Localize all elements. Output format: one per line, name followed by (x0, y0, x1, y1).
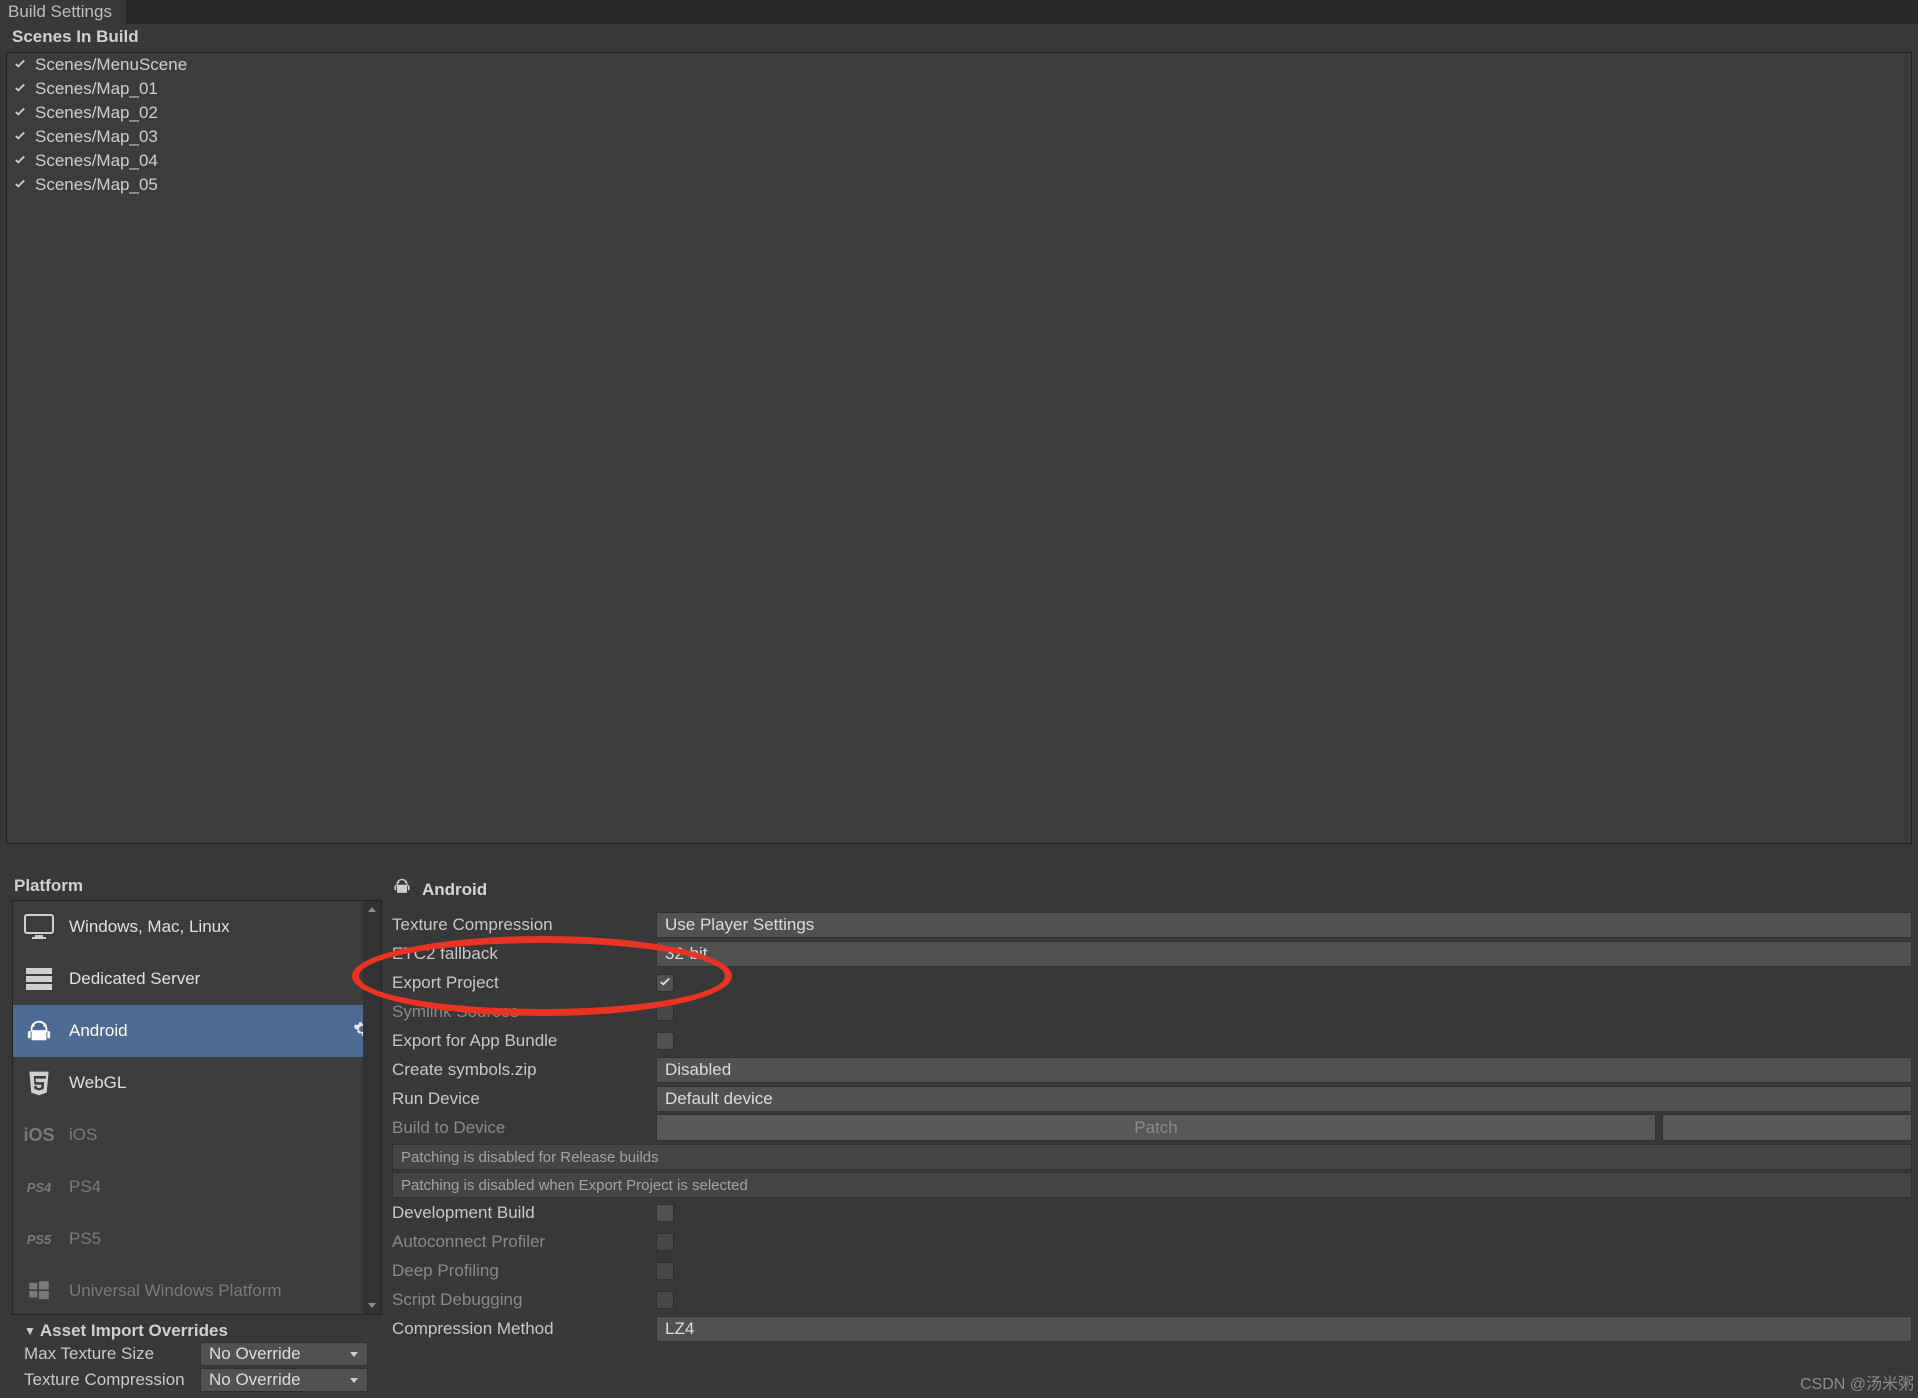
symlink-sources-label: Symlink Sources (392, 1002, 656, 1022)
scene-path: Scenes/Map_01 (35, 79, 158, 99)
scene-row[interactable]: Scenes/Map_05 (7, 173, 1911, 197)
max-texture-size-select[interactable]: No Override (200, 1342, 368, 1366)
scene-path: Scenes/Map_05 (35, 175, 158, 195)
create-symbols-select[interactable]: Disabled (656, 1057, 1912, 1083)
scene-path: Scenes/Map_04 (35, 151, 158, 171)
check-icon[interactable] (13, 106, 27, 120)
check-icon[interactable] (13, 154, 27, 168)
compression-method-select[interactable]: LZ4 (656, 1316, 1912, 1342)
platform-uwp[interactable]: Universal Windows Platform (13, 1265, 381, 1315)
platform-windows-mac-linux[interactable]: Windows, Mac, Linux (13, 901, 381, 953)
check-icon[interactable] (13, 130, 27, 144)
script-debugging-checkbox (656, 1291, 674, 1309)
platform-label: PS5 (69, 1229, 101, 1249)
script-debugging-label: Script Debugging (392, 1290, 656, 1310)
scene-path: Scenes/Map_03 (35, 127, 158, 147)
create-symbols-label: Create symbols.zip (392, 1060, 656, 1080)
build-to-device-label: Build to Device (392, 1118, 656, 1138)
texture-compression-label: Texture Compression (392, 915, 656, 935)
platform-list: Windows, Mac, Linux Dedicated Server And… (12, 900, 382, 1315)
scrollbar[interactable] (363, 901, 381, 1314)
export-app-bundle-checkbox[interactable] (656, 1032, 674, 1050)
platform-label: WebGL (69, 1073, 126, 1093)
foldout-arrow-icon: ▼ (24, 1324, 36, 1338)
texture-compression-override-label: Texture Compression (24, 1370, 200, 1390)
scene-row[interactable]: Scenes/Map_04 (7, 149, 1911, 173)
check-icon[interactable] (13, 82, 27, 96)
windows-icon (23, 1277, 55, 1305)
android-icon (392, 877, 412, 902)
chevron-down-icon (349, 1349, 359, 1359)
android-icon (23, 1017, 55, 1045)
texture-compression-override-select[interactable]: No Override (200, 1368, 368, 1392)
ios-icon: iOS (23, 1121, 55, 1149)
chevron-down-icon (349, 1375, 359, 1385)
run-device-label: Run Device (392, 1089, 656, 1109)
deep-profiling-label: Deep Profiling (392, 1261, 656, 1281)
scroll-down-icon[interactable] (365, 1298, 379, 1312)
deep-profiling-checkbox (656, 1262, 674, 1280)
platform-webgl[interactable]: WebGL (13, 1057, 381, 1109)
etc2-fallback-select[interactable]: 32-bit (656, 941, 1912, 967)
platform-label: Dedicated Server (69, 969, 200, 989)
scene-path: Scenes/Map_02 (35, 103, 158, 123)
platform-label: iOS (69, 1125, 97, 1145)
compression-method-label: Compression Method (392, 1319, 656, 1339)
scene-path: Scenes/MenuScene (35, 55, 187, 75)
ps5-icon: PS5 (23, 1225, 55, 1253)
monitor-icon (23, 913, 55, 941)
scroll-up-icon[interactable] (365, 903, 379, 917)
scenes-in-build-header: Scenes In Build (0, 24, 1918, 50)
autoconnect-profiler-label: Autoconnect Profiler (392, 1232, 656, 1252)
check-icon[interactable] (13, 58, 27, 72)
run-device-select[interactable]: Default device (656, 1086, 1912, 1112)
platform-details-title: Android (392, 874, 1912, 910)
platform-label: Universal Windows Platform (69, 1281, 282, 1301)
scenes-list-panel: Scenes/MenuScene Scenes/Map_01 Scenes/Ma… (6, 52, 1912, 844)
patch-info-1: Patching is disabled for Release builds (392, 1144, 1912, 1170)
asset-import-overrides-header[interactable]: ▼ Asset Import Overrides (24, 1321, 382, 1341)
autoconnect-profiler-checkbox (656, 1233, 674, 1251)
etc2-fallback-label: ETC2 fallback (392, 944, 656, 964)
tab-build-settings[interactable]: Build Settings (0, 0, 127, 24)
platform-label: PS4 (69, 1177, 101, 1197)
scene-row[interactable]: Scenes/Map_03 (7, 125, 1911, 149)
development-build-checkbox[interactable] (656, 1204, 674, 1222)
patch-button: Patch (656, 1114, 1656, 1141)
export-app-bundle-label: Export for App Bundle (392, 1031, 656, 1051)
scene-row[interactable]: Scenes/MenuScene (7, 53, 1911, 77)
platform-label: Windows, Mac, Linux (69, 917, 230, 937)
html5-icon (23, 1069, 55, 1097)
platform-ps4[interactable]: PS4 PS4 (13, 1161, 381, 1213)
check-icon[interactable] (13, 178, 27, 192)
texture-compression-select[interactable]: Use Player Settings (656, 912, 1912, 938)
max-texture-size-label: Max Texture Size (24, 1344, 200, 1364)
watermark: CSDN @汤米粥 (1800, 1370, 1914, 1394)
export-project-label: Export Project (392, 973, 656, 993)
server-icon (23, 965, 55, 993)
export-project-checkbox[interactable] (656, 974, 674, 992)
platform-android[interactable]: Android (13, 1005, 381, 1057)
development-build-label: Development Build (392, 1203, 656, 1223)
platform-ps5[interactable]: PS5 PS5 (13, 1213, 381, 1265)
symlink-sources-checkbox (656, 1003, 674, 1021)
scene-row[interactable]: Scenes/Map_02 (7, 101, 1911, 125)
patch-info-2: Patching is disabled when Export Project… (392, 1172, 1912, 1198)
platform-ios[interactable]: iOS iOS (13, 1109, 381, 1161)
platform-dedicated-server[interactable]: Dedicated Server (13, 953, 381, 1005)
ps4-icon: PS4 (23, 1173, 55, 1201)
platform-header: Platform (12, 874, 382, 900)
scene-row[interactable]: Scenes/Map_01 (7, 77, 1911, 101)
patch-and-run-button (1662, 1114, 1912, 1141)
platform-label: Android (69, 1021, 128, 1041)
